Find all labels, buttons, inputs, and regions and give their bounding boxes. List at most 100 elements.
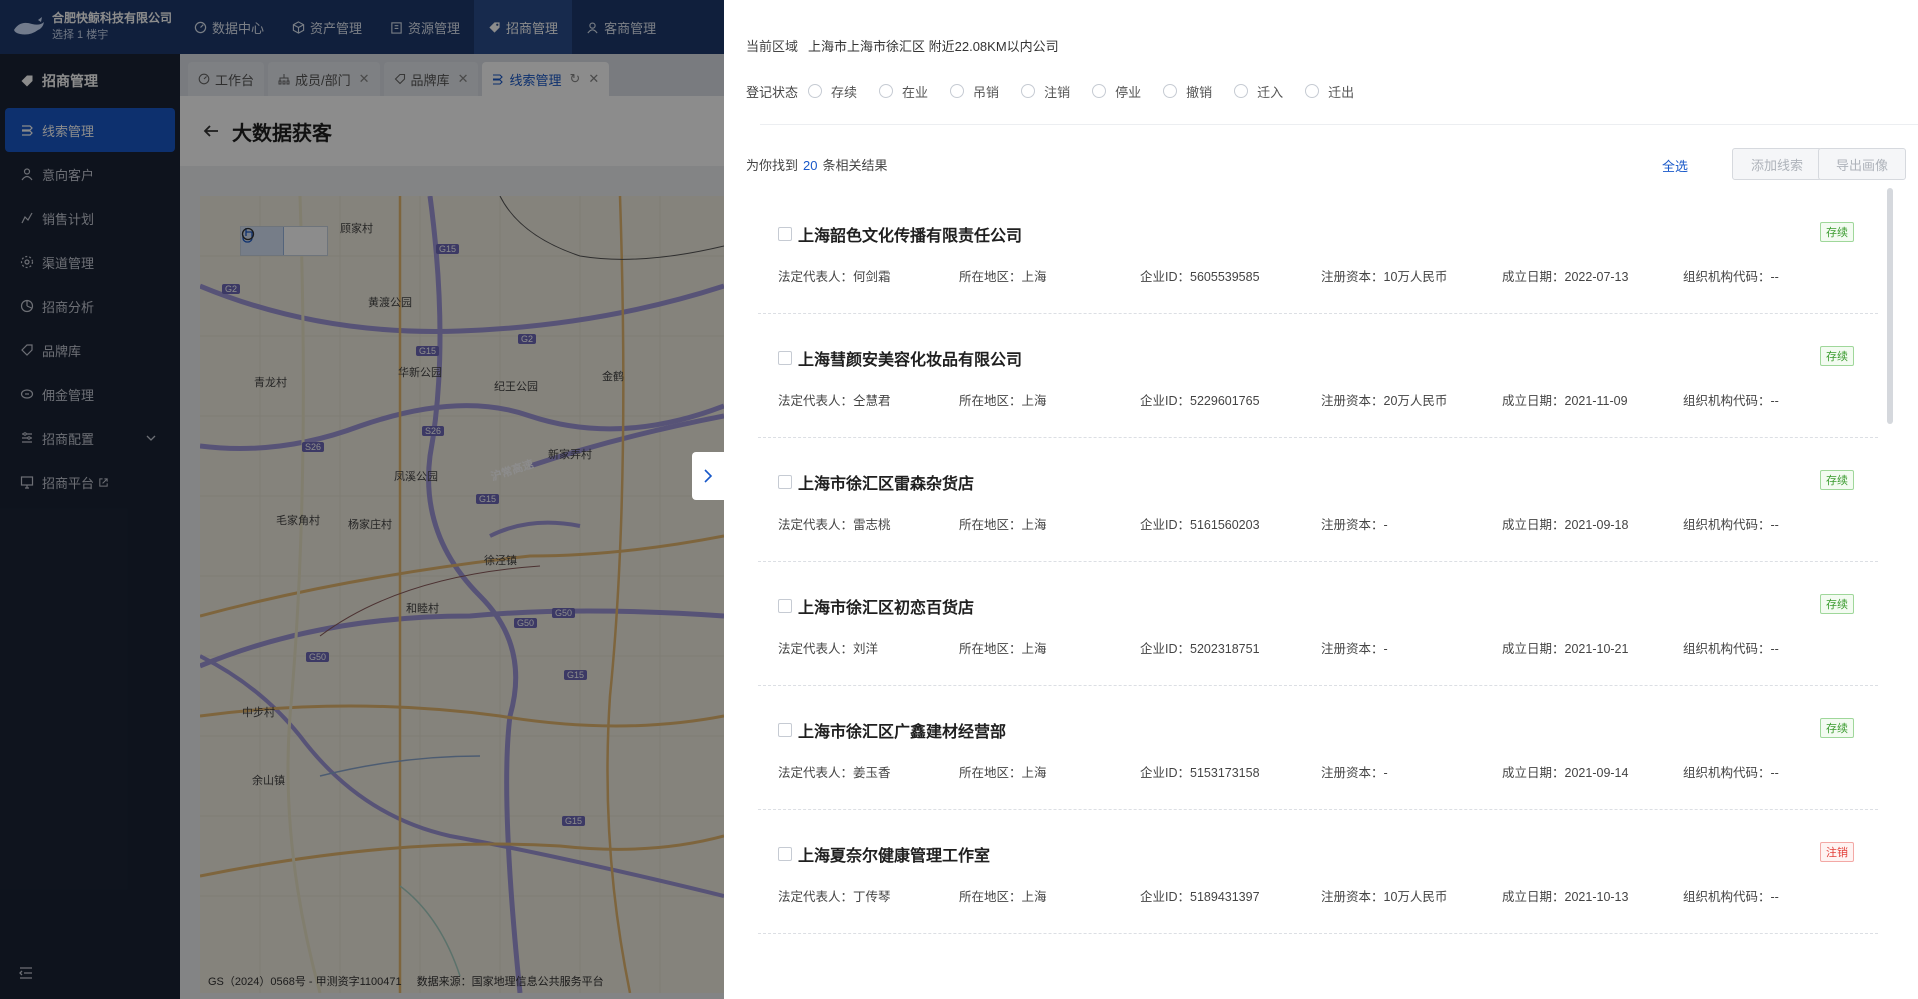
radio-circle[interactable] <box>1021 84 1036 98</box>
status-radio[interactable]: 撤销 <box>1163 82 1212 101</box>
registered-capital: 注册资本：- <box>1321 638 1502 657</box>
legal-rep-label: 法定代表人： <box>778 642 854 656</box>
status-radio[interactable]: 注销 <box>1021 82 1070 101</box>
company-checkbox[interactable] <box>778 475 792 489</box>
status-radio[interactable]: 迁出 <box>1305 82 1354 101</box>
region-value: 上海 <box>1021 890 1047 904</box>
registered-capital-label: 注册资本： <box>1321 518 1384 532</box>
company-name[interactable]: 上海市徐汇区初恋百货店 <box>798 594 974 618</box>
company-id-value: 5202318751 <box>1190 642 1260 656</box>
company-card[interactable]: 上海夏奈尔健康管理工作室 注销 法定代表人：丁传琴 所在地区：上海 企业ID：5… <box>758 810 1878 934</box>
company-name-row: 上海夏奈尔健康管理工作室 <box>778 842 990 866</box>
radio-circle[interactable] <box>1092 84 1107 98</box>
status-radio[interactable]: 在业 <box>879 82 928 101</box>
status-badge: 注销 <box>1820 842 1854 862</box>
founding-date-value: 2022-07-13 <box>1564 270 1629 284</box>
org-code-label: 组织机构代码： <box>1683 394 1771 408</box>
status-badge: 存续 <box>1820 718 1854 738</box>
company-id-label: 企业ID： <box>1140 890 1191 904</box>
org-code-label: 组织机构代码： <box>1683 270 1771 284</box>
status-radio[interactable]: 停业 <box>1092 82 1141 101</box>
company-checkbox[interactable] <box>778 723 792 737</box>
founding-date: 成立日期：2021-09-14 <box>1502 762 1683 781</box>
company-meta: 法定代表人：姜玉香 所在地区：上海 企业ID：5153173158 注册资本：-… <box>778 762 1864 781</box>
founding-date-label: 成立日期： <box>1502 394 1565 408</box>
region-label: 所在地区： <box>959 394 1022 408</box>
legal-rep-value: 仝慧君 <box>853 394 891 408</box>
company-name-row: 上海市徐汇区广鑫建材经营部 <box>778 718 1006 742</box>
registered-capital: 注册资本：10万人民币 <box>1321 266 1502 285</box>
region-value: 上海 <box>1021 766 1047 780</box>
region-row: 当前区域 上海市上海市徐汇区 附近22.08KM以内公司 <box>746 34 1376 56</box>
company-card[interactable]: 上海市徐汇区广鑫建材经营部 存续 法定代表人：姜玉香 所在地区：上海 企业ID：… <box>758 686 1878 810</box>
status-radio[interactable]: 迁入 <box>1234 82 1283 101</box>
company-name-row: 上海市徐汇区初恋百货店 <box>778 594 974 618</box>
scrollbar[interactable] <box>1887 188 1893 424</box>
company-name[interactable]: 上海彗颜安美容化妆品有限公司 <box>798 346 1022 370</box>
status-radio[interactable]: 存续 <box>808 82 857 101</box>
radio-circle[interactable] <box>808 84 823 98</box>
company-checkbox[interactable] <box>778 847 792 861</box>
company-name[interactable]: 上海市徐汇区雷森杂货店 <box>798 470 974 494</box>
company-id-label: 企业ID： <box>1140 394 1191 408</box>
radio-circle[interactable] <box>1163 84 1178 98</box>
legal-rep-value: 姜玉香 <box>853 766 891 780</box>
registered-capital-value: - <box>1383 518 1388 532</box>
org-code: 组织机构代码：-- <box>1683 266 1864 285</box>
company-meta: 法定代表人：丁传琴 所在地区：上海 企业ID：5189431397 注册资本：1… <box>778 886 1864 905</box>
founding-date-label: 成立日期： <box>1502 270 1565 284</box>
add-clue-button[interactable]: 添加线索 <box>1732 148 1822 180</box>
select-all-link[interactable]: 全选 <box>1662 156 1688 175</box>
founding-date-label: 成立日期： <box>1502 642 1565 656</box>
company-checkbox[interactable] <box>778 227 792 241</box>
status-option-label: 撤销 <box>1186 84 1213 100</box>
founding-date: 成立日期：2021-09-18 <box>1502 514 1683 533</box>
region-value: 上海 <box>1021 518 1047 532</box>
founding-date: 成立日期：2021-11-09 <box>1502 390 1683 409</box>
founding-date-value: 2021-11-09 <box>1564 394 1628 408</box>
chevron-right-icon <box>704 469 713 483</box>
org-code-value: -- <box>1770 394 1779 408</box>
radio-circle[interactable] <box>1305 84 1320 98</box>
company-card[interactable]: 上海市徐汇区初恋百货店 存续 法定代表人：刘洋 所在地区：上海 企业ID：520… <box>758 562 1878 686</box>
company-card[interactable]: 上海韶色文化传播有限责任公司 存续 法定代表人：何剑霜 所在地区：上海 企业ID… <box>758 190 1878 314</box>
org-code-label: 组织机构代码： <box>1683 518 1771 532</box>
registered-capital: 注册资本：10万人民币 <box>1321 886 1502 905</box>
company-name[interactable]: 上海夏奈尔健康管理工作室 <box>798 842 990 866</box>
company-checkbox[interactable] <box>778 599 792 613</box>
org-code: 组织机构代码：-- <box>1683 762 1864 781</box>
founding-date-label: 成立日期： <box>1502 890 1565 904</box>
company-name[interactable]: 上海市徐汇区广鑫建材经营部 <box>798 718 1006 742</box>
company-id-value: 5161560203 <box>1190 518 1260 532</box>
drawer-toggle-button[interactable] <box>692 452 724 500</box>
company-name[interactable]: 上海韶色文化传播有限责任公司 <box>798 222 1022 246</box>
company-card[interactable]: 上海市徐汇区雷森杂货店 存续 法定代表人：雷志桃 所在地区：上海 企业ID：51… <box>758 438 1878 562</box>
radio-circle[interactable] <box>950 84 965 98</box>
registered-capital-label: 注册资本： <box>1321 890 1384 904</box>
company-id: 企业ID：5189431397 <box>1140 886 1321 905</box>
modal-overlay[interactable] <box>0 0 724 999</box>
registered-capital-value: 20万人民币 <box>1383 394 1448 408</box>
export-profile-button[interactable]: 导出画像 <box>1818 148 1906 180</box>
org-code: 组织机构代码：-- <box>1683 514 1864 533</box>
radio-circle[interactable] <box>879 84 894 98</box>
result-count: 为你找到 20 条相关结果 <box>746 155 888 174</box>
status-radio[interactable]: 吊销 <box>950 82 999 101</box>
org-code-value: -- <box>1770 766 1779 780</box>
legal-rep-value: 雷志桃 <box>853 518 891 532</box>
legal-rep-label: 法定代表人： <box>778 890 854 904</box>
status-badge: 存续 <box>1820 470 1854 490</box>
region: 所在地区：上海 <box>959 390 1140 409</box>
status-option-label: 在业 <box>902 84 929 100</box>
radio-circle[interactable] <box>1234 84 1249 98</box>
company-card[interactable]: 上海彗颜安美容化妆品有限公司 存续 法定代表人：仝慧君 所在地区：上海 企业ID… <box>758 314 1878 438</box>
result-count-prefix: 为你找到 <box>746 157 799 173</box>
company-checkbox[interactable] <box>778 351 792 365</box>
result-count-suffix: 条相关结果 <box>822 157 888 173</box>
region: 所在地区：上海 <box>959 638 1140 657</box>
status-option-label: 吊销 <box>973 84 1000 100</box>
company-id-value: 5229601765 <box>1190 394 1260 408</box>
founding-date: 成立日期：2021-10-21 <box>1502 638 1683 657</box>
company-id-label: 企业ID： <box>1140 270 1191 284</box>
registered-capital-label: 注册资本： <box>1321 766 1384 780</box>
